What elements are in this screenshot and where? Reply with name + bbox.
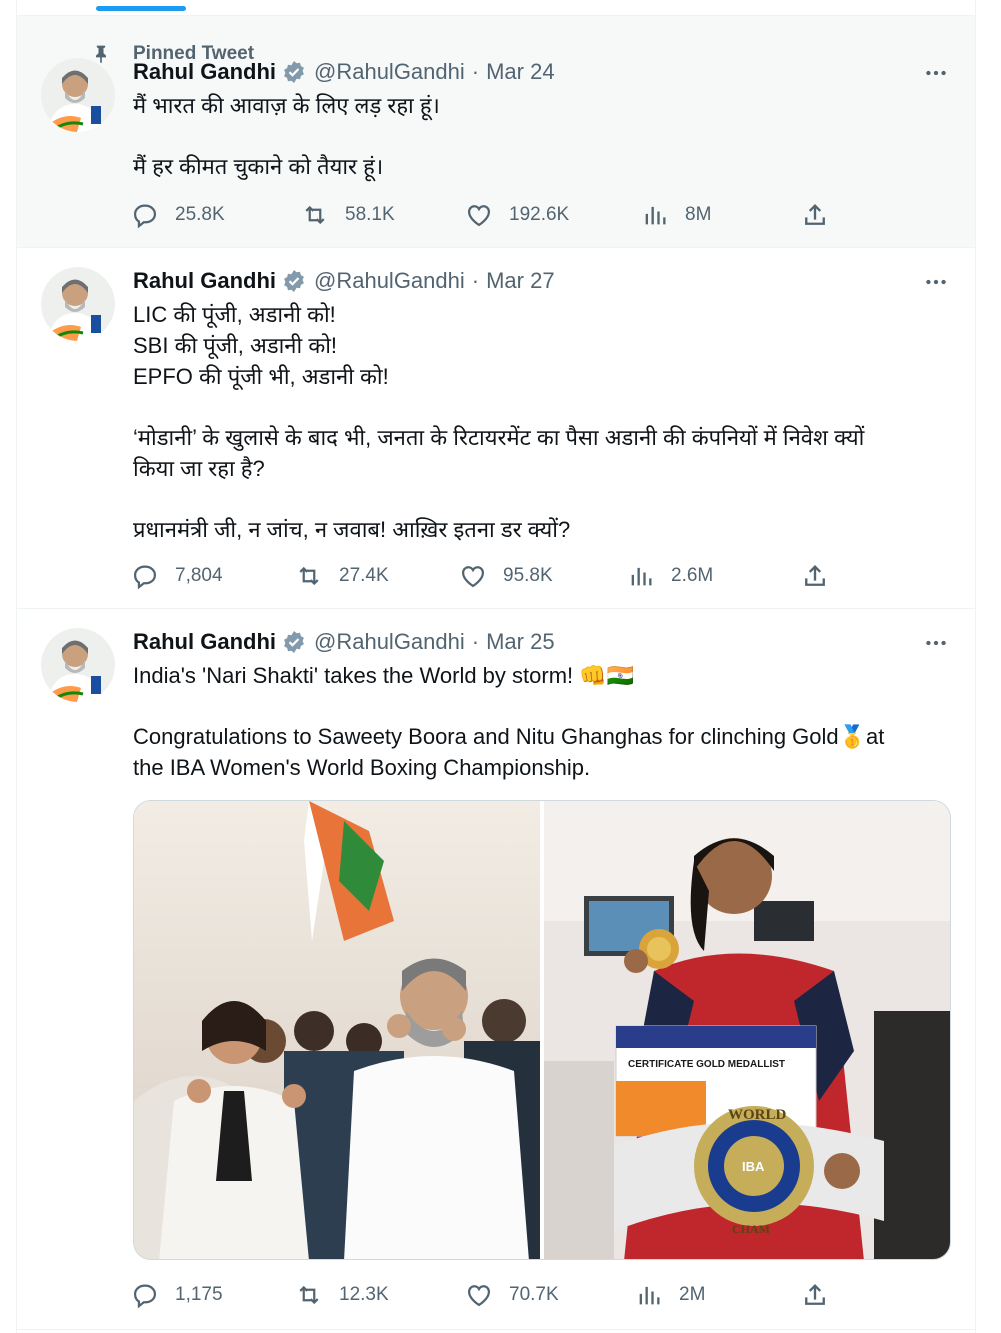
- tweet-actions: 1,175 12.3K 70.7K 2M: [131, 1280, 831, 1310]
- tweet-line: India's 'Nari Shakti' takes the World by…: [133, 663, 635, 688]
- retweet-button[interactable]: 12.3K: [295, 1280, 389, 1310]
- like-count: 70.7K: [509, 1284, 559, 1305]
- like-icon: [461, 566, 485, 588]
- verified-badge-icon: [284, 631, 304, 653]
- views-count: 2M: [679, 1284, 706, 1305]
- tweet-line: the IBA Women's World Boxing Championshi…: [133, 755, 591, 780]
- share-button[interactable]: [801, 200, 829, 230]
- author-name[interactable]: Rahul Gandhi: [133, 268, 276, 294]
- tweet-line: किया जा रहा है?: [133, 456, 265, 481]
- author-name[interactable]: Rahul Gandhi: [133, 629, 276, 655]
- retweet-button[interactable]: 27.4K: [295, 561, 389, 591]
- like-count: 95.8K: [503, 565, 553, 586]
- tweet-actions: 25.8K 58.1K 192.6K 8M: [131, 200, 831, 230]
- tweet-line: SBI की पूंजी, अडानी को!: [133, 333, 338, 358]
- avatar[interactable]: [41, 267, 115, 341]
- author-handle[interactable]: @RahulGandhi: [314, 59, 465, 85]
- retweet-count: 58.1K: [345, 204, 395, 225]
- reply-button[interactable]: 1,175: [131, 1280, 223, 1310]
- share-icon: [805, 1284, 825, 1305]
- like-count: 192.6K: [509, 204, 570, 225]
- reply-icon: [133, 1284, 157, 1309]
- more-icon[interactable]: [923, 630, 949, 656]
- reply-icon: [133, 204, 157, 229]
- separator-dot: ·: [471, 59, 480, 84]
- views-icon: [639, 1286, 660, 1305]
- retweet-count: 12.3K: [339, 1284, 389, 1305]
- tweet-header: Rahul Gandhi @RahulGandhi · Mar 24: [133, 58, 555, 86]
- tweet-media[interactable]: CERTIFICATE GOLD MEDALLIST WORLD IBA CHA…: [133, 800, 951, 1260]
- reply-count: 7,804: [175, 565, 223, 586]
- verified-badge-icon: [284, 61, 304, 83]
- retweet-icon: [305, 205, 325, 225]
- tweet-line: Congratulations to Saweety Boora and Nit…: [133, 724, 885, 749]
- belt-text-cham: CHAM: [732, 1222, 770, 1236]
- belt-text-iba: IBA: [742, 1159, 765, 1174]
- reply-count: 25.8K: [175, 204, 225, 225]
- author-name[interactable]: Rahul Gandhi: [133, 59, 276, 85]
- tweet-date[interactable]: Mar 24: [486, 59, 554, 85]
- tweet-line: मैं हर कीमत चुकाने को तैयार हूं।: [133, 154, 384, 179]
- tweet-pinned[interactable]: Pinned Tweet Rahul Gandhi @RahulGandhi ·…: [17, 16, 975, 248]
- like-button[interactable]: 70.7K: [465, 1280, 559, 1310]
- author-handle[interactable]: @RahulGandhi: [314, 629, 465, 655]
- tweet-text: India's 'Nari Shakti' takes the World by…: [133, 660, 953, 783]
- views-icon: [645, 206, 666, 225]
- reply-count: 1,175: [175, 1284, 223, 1305]
- retweet-count: 27.4K: [339, 565, 389, 586]
- tweet-header: Rahul Gandhi @RahulGandhi · Mar 27: [133, 267, 555, 295]
- tweet-text: LIC की पूंजी, अडानी को! SBI की पूंजी, अड…: [133, 299, 953, 545]
- tweet-line: LIC की पूंजी, अडानी को!: [133, 302, 336, 327]
- active-tab-indicator: [96, 6, 186, 11]
- tweet[interactable]: Rahul Gandhi @RahulGandhi · Mar 27 LIC क…: [17, 249, 975, 609]
- more-icon[interactable]: [923, 269, 949, 295]
- tweet-line: मैं भारत की आवाज़ के लिए लड़ रहा हूं।: [133, 93, 440, 118]
- share-button[interactable]: [801, 561, 829, 591]
- reply-button[interactable]: 7,804: [131, 561, 223, 591]
- separator-dot: ·: [471, 629, 480, 654]
- retweet-button[interactable]: 58.1K: [301, 200, 395, 230]
- like-icon: [467, 205, 491, 227]
- views-button[interactable]: 2.6M: [627, 561, 713, 591]
- avatar[interactable]: [41, 58, 115, 132]
- like-button[interactable]: 95.8K: [459, 561, 553, 591]
- views-button[interactable]: 8M: [641, 200, 711, 230]
- tweet-date[interactable]: Mar 25: [486, 629, 554, 655]
- tweet[interactable]: Rahul Gandhi @RahulGandhi · Mar 25 India…: [17, 610, 975, 1330]
- share-icon: [805, 565, 825, 586]
- views-button[interactable]: 2M: [635, 1280, 705, 1310]
- like-icon: [467, 1285, 491, 1307]
- tweet-line: ‘मोडानी’ के खुलासे के बाद भी, जनता के रि…: [133, 425, 865, 450]
- share-button[interactable]: [801, 1280, 829, 1310]
- more-icon[interactable]: [923, 60, 949, 86]
- like-button[interactable]: 192.6K: [465, 200, 569, 230]
- tweet-date[interactable]: Mar 27: [486, 268, 554, 294]
- views-count: 2.6M: [671, 565, 714, 586]
- photo-boxers-rally[interactable]: [134, 801, 540, 1259]
- verified-badge-icon: [284, 270, 304, 292]
- photo-boxer-with-certificate[interactable]: CERTIFICATE GOLD MEDALLIST WORLD IBA CHA…: [544, 801, 950, 1259]
- tweet-line: प्रधानमंत्री जी, न जांच, न जवाब! आख़िर इ…: [133, 517, 571, 542]
- separator-dot: ·: [471, 268, 480, 293]
- author-handle[interactable]: @RahulGandhi: [314, 268, 465, 294]
- tweet-text: मैं भारत की आवाज़ के लिए लड़ रहा हूं। मै…: [133, 90, 953, 182]
- belt-text-world: WORLD: [728, 1107, 787, 1123]
- tweet-actions: 7,804 27.4K 95.8K 2.6M: [131, 561, 831, 591]
- retweet-icon: [299, 1285, 319, 1305]
- avatar[interactable]: [41, 628, 115, 702]
- reply-button[interactable]: 25.8K: [131, 200, 225, 230]
- retweet-icon: [299, 566, 319, 586]
- tweet-line: EPFO की पूंजी भी, अडानी को!: [133, 364, 389, 389]
- tweet-header: Rahul Gandhi @RahulGandhi · Mar 25: [133, 628, 555, 656]
- views-count: 8M: [685, 204, 712, 225]
- reply-icon: [133, 565, 157, 590]
- views-icon: [631, 567, 652, 586]
- certificate-text: CERTIFICATE GOLD MEDALLIST: [628, 1059, 785, 1070]
- share-icon: [805, 204, 825, 225]
